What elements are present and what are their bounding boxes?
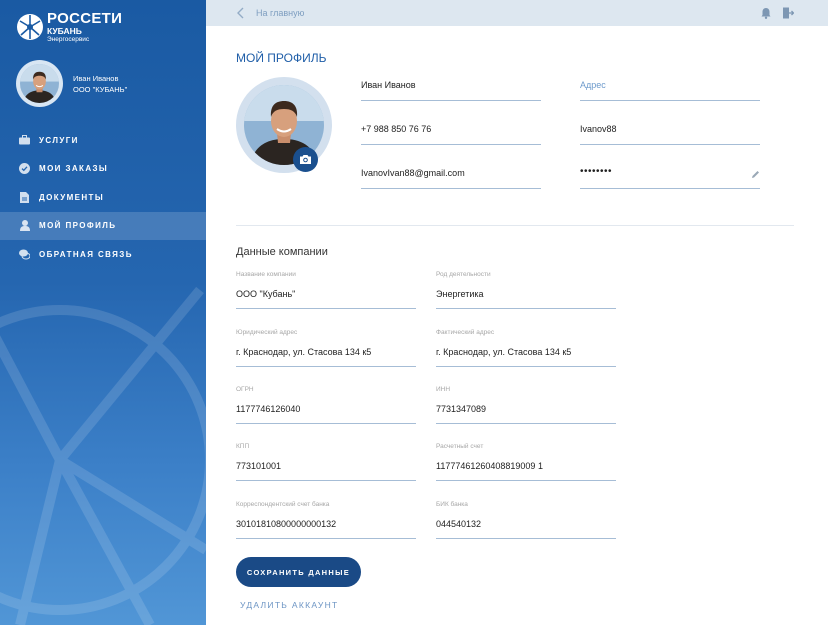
page-title: МОЙ ПРОФИЛЬ <box>236 51 327 65</box>
brand-logo[interactable]: РОССЕТИ КУБАНЬ Энергосервис <box>16 11 122 43</box>
full-name-value: Иван Иванов <box>361 80 416 90</box>
brand-subtitle: КУБАНЬ <box>47 26 82 36</box>
notification-icon[interactable] <box>760 7 772 19</box>
ogrn-field[interactable]: ОГРН 1177746126040 <box>236 386 416 424</box>
avatar <box>16 60 63 107</box>
login-value: Ivanov88 <box>580 124 617 134</box>
field-value: 7731347089 <box>436 404 487 414</box>
sidebar-item-my-orders[interactable]: МОИ ЗАКАЗЫ <box>0 155 206 184</box>
login-field[interactable]: Ivanov88 <box>580 121 760 145</box>
sidebar-item-my-profile[interactable]: МОЙ ПРОФИЛЬ <box>0 211 206 240</box>
password-value: •••••••• <box>580 166 613 177</box>
save-data-button[interactable]: СОХРАНИТЬ ДАННЫЕ <box>236 557 361 587</box>
phone-value: +7 988 850 76 76 <box>361 124 432 134</box>
field-label: Расчетный счет <box>436 443 484 450</box>
user-card[interactable]: Иван Иванов ООО "КУБАНЬ" <box>16 60 127 107</box>
sidebar-item-label: ОБРАТНАЯ СВЯЗЬ <box>39 249 133 259</box>
field-value: 11777461260408819009 1 <box>436 461 543 471</box>
logout-icon[interactable] <box>782 7 794 19</box>
field-label: БИК банка <box>436 501 468 508</box>
change-photo-button[interactable] <box>293 147 318 172</box>
field-value: 30101810800000000132 <box>236 519 337 529</box>
field-label: ОГРН <box>236 386 254 393</box>
phone-field[interactable]: +7 988 850 76 76 <box>361 121 541 145</box>
user-icon <box>19 220 30 232</box>
camera-icon <box>300 155 311 164</box>
field-value: 044540132 <box>436 519 482 529</box>
briefcase-icon <box>19 135 30 146</box>
field-value: ООО "Кубань" <box>236 289 296 299</box>
field-value: Энергетика <box>436 289 484 299</box>
sidebar-item-label: ДОКУМЕНТЫ <box>39 192 105 202</box>
rosseti-logo-icon <box>17 14 43 40</box>
inn-field[interactable]: ИНН 7731347089 <box>436 386 616 424</box>
correspondent-account-field[interactable]: Корреспондентский счет банка 30101810800… <box>236 501 416 539</box>
brand-subtitle-2: Энергосервис <box>47 35 90 43</box>
field-value: г. Краснодар, ул. Стасова 134 к5 <box>436 347 572 357</box>
brand-title: РОССЕТИ <box>47 10 123 27</box>
field-label: ИНН <box>436 386 451 393</box>
activity-field[interactable]: Род деятельности Энергетика <box>436 271 616 309</box>
chat-icon <box>19 249 30 260</box>
field-label: КПП <box>236 443 250 450</box>
email-value: IvanovIvan88@gmail.com <box>361 168 465 178</box>
sidebar-item-label: УСЛУГИ <box>39 135 79 145</box>
section-divider <box>236 225 794 226</box>
field-label: Юридический адрес <box>236 329 298 336</box>
sidebar-item-label: МОИ ЗАКАЗЫ <box>39 164 109 174</box>
sidebar-item-feedback[interactable]: ОБРАТНАЯ СВЯЗЬ <box>0 240 206 269</box>
user-name: Иван Иванов <box>73 73 119 83</box>
sidebar-decoration <box>0 286 206 625</box>
sidebar-nav: УСЛУГИ МОИ ЗАКАЗЫ ДОКУМЕНТЫ МОЙ ПРОФИЛЬ … <box>0 126 206 269</box>
check-circle-icon <box>19 163 30 175</box>
field-label: Род деятельности <box>436 271 491 278</box>
field-label: Название компании <box>236 271 296 278</box>
top-bar: На главную <box>206 0 828 26</box>
field-value: 773101001 <box>236 461 282 471</box>
field-label: Фактический адрес <box>436 329 495 336</box>
email-field[interactable]: IvanovIvan88@gmail.com <box>361 165 541 189</box>
edit-pencil-icon[interactable] <box>751 170 760 179</box>
company-section-title: Данные компании <box>236 246 328 258</box>
full-name-field[interactable]: Иван Иванов <box>361 77 541 101</box>
sidebar: РОССЕТИ КУБАНЬ Энергосервис Иван Иванов … <box>0 0 206 625</box>
user-company: ООО "КУБАНЬ" <box>73 84 128 94</box>
document-icon <box>19 191 30 203</box>
address-field[interactable]: Адрес <box>580 77 760 101</box>
field-value: 1177746126040 <box>236 404 301 414</box>
legal-address-field[interactable]: Юридический адрес г. Краснодар, ул. Стас… <box>236 329 416 367</box>
company-name-field[interactable]: Название компании ООО "Кубань" <box>236 271 416 309</box>
bank-account-field[interactable]: Расчетный счет 11777461260408819009 1 <box>436 443 616 481</box>
bik-field[interactable]: БИК банка 044540132 <box>436 501 616 539</box>
kpp-field[interactable]: КПП 773101001 <box>236 443 416 481</box>
address-placeholder: Адрес <box>580 80 606 90</box>
delete-account-link[interactable]: УДАЛИТЬ АККАУНТ <box>240 600 339 610</box>
actual-address-field[interactable]: Фактический адрес г. Краснодар, ул. Стас… <box>436 329 616 367</box>
chevron-left-icon[interactable] <box>236 6 246 20</box>
sidebar-item-label: МОЙ ПРОФИЛЬ <box>39 221 117 231</box>
avatar-photo <box>20 64 59 103</box>
sidebar-item-services[interactable]: УСЛУГИ <box>0 126 206 155</box>
field-label: Корреспондентский счет банка <box>236 501 330 508</box>
field-value: г. Краснодар, ул. Стасова 134 к5 <box>236 347 372 357</box>
back-to-home-link[interactable]: На главную <box>256 8 304 18</box>
sidebar-item-documents[interactable]: ДОКУМЕНТЫ <box>0 183 206 212</box>
password-field[interactable]: •••••••• <box>580 165 760 189</box>
